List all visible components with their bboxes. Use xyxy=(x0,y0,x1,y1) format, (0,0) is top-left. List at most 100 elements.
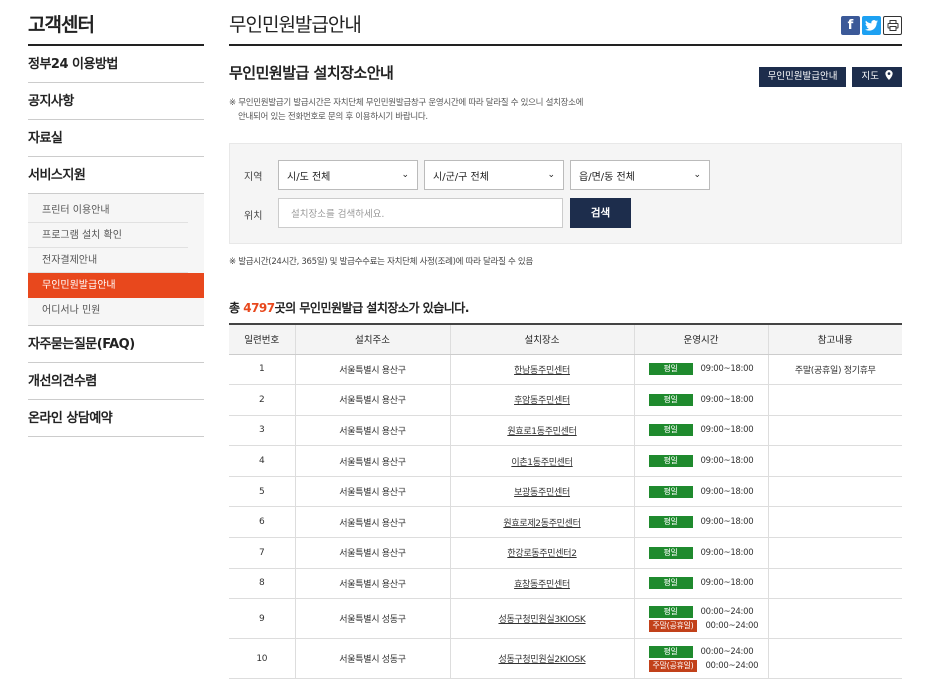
cell-note xyxy=(768,384,902,416)
table-row: 2 서울특별시 용산구 후암동주민센터 평일 09:00~18:00 xyxy=(229,384,902,416)
sidebar-menu: 정부24 이용방법 공지사항 자료실 서비스지원 프린터 이용안내 프로그램 설… xyxy=(28,46,204,437)
place-link[interactable]: 보광동주민센터 xyxy=(514,488,570,498)
search-button[interactable]: 검색 xyxy=(570,198,631,228)
sidebar-submenu: 프린터 이용안내 프로그램 설치 확인 전자결제안내 무인민원발급안내 어디서나… xyxy=(28,194,204,326)
chevron-down-icon: ⌄ xyxy=(401,170,409,180)
cell-address: 서울특별시 용산구 xyxy=(295,415,451,447)
sido-select[interactable]: 시/도 전체 ⌄ xyxy=(278,160,418,190)
location-label: 위치 xyxy=(244,211,263,222)
weekday-time: 09:00~18:00 xyxy=(700,456,754,467)
cell-serial: 10 xyxy=(229,638,296,680)
sidebar-item-gov24-guide[interactable]: 정부24 이용방법 xyxy=(28,46,204,83)
weekday-hours: 평일 09:00~18:00 xyxy=(648,485,754,498)
sidebar-item-faq[interactable]: 자주묻는질문(FAQ) xyxy=(28,326,204,363)
cell-address: 서울특별시 용산구 xyxy=(295,506,451,539)
cell-place: 후암동주민센터 xyxy=(450,384,635,416)
main-content: 무인민원발급안내 f 무인민원발급 설치장소안내 무인민원발급안내 지도 ※ 무… xyxy=(229,0,902,680)
hours-cell-content: 평일 09:00~18:00 xyxy=(635,455,768,468)
sidebar-subitem-printer[interactable]: 프린터 이용안내 xyxy=(28,198,188,223)
sidebar-subitem-kiosk-guide[interactable]: 무인민원발급안내 xyxy=(28,273,204,298)
weekday-badge: 평일 xyxy=(648,577,693,590)
cell-serial: 1 xyxy=(229,354,296,386)
notice-line-2: 안내되어 있는 전화번호로 문의 후 이용하시기 바랍니다. xyxy=(238,112,428,122)
place-link[interactable]: 성동구청민원실3KIOSK xyxy=(498,615,585,625)
weekday-hours: 평일 00:00~24:00 xyxy=(648,645,754,658)
facebook-icon[interactable]: f xyxy=(841,16,860,35)
hours-cell-content: 평일 09:00~18:00 xyxy=(635,393,768,406)
place-link[interactable]: 효창동주민센터 xyxy=(514,580,570,590)
place-link[interactable]: 이촌1동주민센터 xyxy=(511,458,573,468)
weekday-hours: 평일 09:00~18:00 xyxy=(648,363,754,376)
cell-place: 이촌1동주민센터 xyxy=(450,445,635,477)
weekday-time: 09:00~18:00 xyxy=(700,547,754,558)
table-row: 10 서울특별시 성동구 성동구청민원실2KIOSK 평일 00:00~24:00 주말(… xyxy=(229,638,902,680)
cell-address: 서울특별시 용산구 xyxy=(295,537,451,569)
issuance-notice: ※ 무인민원발급기 발급시간은 자치단체 무인민원발급창구 운영시간에 따라 달… xyxy=(229,96,689,124)
place-link[interactable]: 원효로제2동주민센터 xyxy=(503,519,581,529)
hours-cell-content: 평일 09:00~18:00 xyxy=(635,516,768,529)
cell-hours: 평일 09:00~18:00 xyxy=(634,506,769,539)
cell-note xyxy=(768,476,902,508)
sidebar-item-feedback[interactable]: 개선의견수렴 xyxy=(28,363,204,400)
hours-cell-content: 평일 09:00~18:00 xyxy=(635,424,768,437)
weekend-badge: 주말(공휴일) xyxy=(648,619,698,632)
cell-serial: 9 xyxy=(229,598,296,640)
map-button[interactable]: 지도 xyxy=(852,67,902,87)
sidebar-subitem-anywhere[interactable]: 어디서나 민원 xyxy=(28,298,188,323)
cell-place: 원효로1동주민센터 xyxy=(450,415,635,447)
total-count: 4797 xyxy=(243,301,275,315)
cell-place: 효창동주민센터 xyxy=(450,568,635,600)
cell-note xyxy=(768,537,902,569)
map-pin-icon xyxy=(882,70,893,82)
weekday-time: 09:00~18:00 xyxy=(700,425,754,436)
sidebar: 고객센터 정부24 이용방법 공지사항 자료실 서비스지원 프린터 이용안내 프… xyxy=(28,0,204,437)
table-row: 3 서울특별시 용산구 원효로1동주민센터 평일 09:00~18:00 xyxy=(229,415,902,447)
hours-cell-content: 평일 00:00~24:00 주말(공휴일) 00:00~24:00 xyxy=(635,645,768,672)
total-prefix: 총 xyxy=(229,301,244,315)
cell-place: 성동구청민원실2KIOSK xyxy=(450,638,635,680)
twitter-icon[interactable] xyxy=(862,16,881,35)
cell-note xyxy=(768,506,902,539)
cell-serial: 5 xyxy=(229,476,296,508)
hours-cell-content: 평일 09:00~18:00 xyxy=(635,485,768,498)
weekday-time: 09:00~18:00 xyxy=(700,486,754,497)
cell-hours: 평일 09:00~18:00 xyxy=(634,354,769,386)
table-row: 7 서울특별시 용산구 한강로동주민센터2 평일 09:00~18:00 xyxy=(229,537,902,569)
place-link[interactable]: 성동구청민원실2KIOSK xyxy=(498,655,585,665)
sidebar-subitem-program-check[interactable]: 프로그램 설치 확인 xyxy=(28,223,188,248)
sidebar-item-consult[interactable]: 온라인 상담예약 xyxy=(28,400,204,437)
eupmyeondong-select[interactable]: 읍/면/동 전체 ⌄ xyxy=(570,160,710,190)
location-search-input[interactable]: 설치장소를 검색하세요. xyxy=(278,198,563,228)
sidebar-subitem-payment[interactable]: 전자결제안내 xyxy=(28,248,188,273)
weekday-hours: 평일 09:00~18:00 xyxy=(648,516,754,529)
sidebar-item-library[interactable]: 자료실 xyxy=(28,120,204,157)
cell-address: 서울특별시 성동구 xyxy=(295,598,451,640)
weekday-badge: 평일 xyxy=(648,393,693,406)
cell-place: 보광동주민센터 xyxy=(450,476,635,508)
cell-note xyxy=(768,445,902,477)
weekday-badge: 평일 xyxy=(648,424,693,437)
sigungu-select[interactable]: 시/군/구 전체 ⌄ xyxy=(424,160,564,190)
sidebar-item-service-support[interactable]: 서비스지원 xyxy=(28,157,204,194)
chevron-down-icon: ⌄ xyxy=(693,170,701,180)
weekend-hours: 주말(공휴일) 00:00~24:00 xyxy=(648,659,759,672)
print-icon[interactable] xyxy=(883,16,902,35)
place-link[interactable]: 한남동주민센터 xyxy=(514,366,570,376)
cell-note: 주말(공휴일) 정기휴무 xyxy=(768,354,902,386)
place-link[interactable]: 후암동주민센터 xyxy=(514,396,570,406)
sidebar-item-notice[interactable]: 공지사항 xyxy=(28,83,204,120)
weekday-badge: 평일 xyxy=(648,516,693,529)
place-link[interactable]: 원효로1동주민센터 xyxy=(507,427,577,437)
table-row: 8 서울특별시 용산구 효창동주민센터 평일 09:00~18:00 xyxy=(229,568,902,600)
weekday-badge: 평일 xyxy=(648,455,693,468)
map-button-label: 지도 xyxy=(861,71,879,82)
kiosk-guide-button[interactable]: 무인민원발급안내 xyxy=(758,67,847,87)
cell-serial: 7 xyxy=(229,537,296,569)
cell-address: 서울특별시 용산구 xyxy=(295,568,451,600)
weekday-time: 00:00~24:00 xyxy=(700,646,754,657)
weekend-time: 00:00~24:00 xyxy=(705,620,759,631)
weekday-time: 09:00~18:00 xyxy=(700,578,754,589)
place-link[interactable]: 한강로동주민센터2 xyxy=(507,549,577,559)
header-serial: 일련번호 xyxy=(229,324,296,355)
cell-address: 서울특별시 용산구 xyxy=(295,445,451,477)
